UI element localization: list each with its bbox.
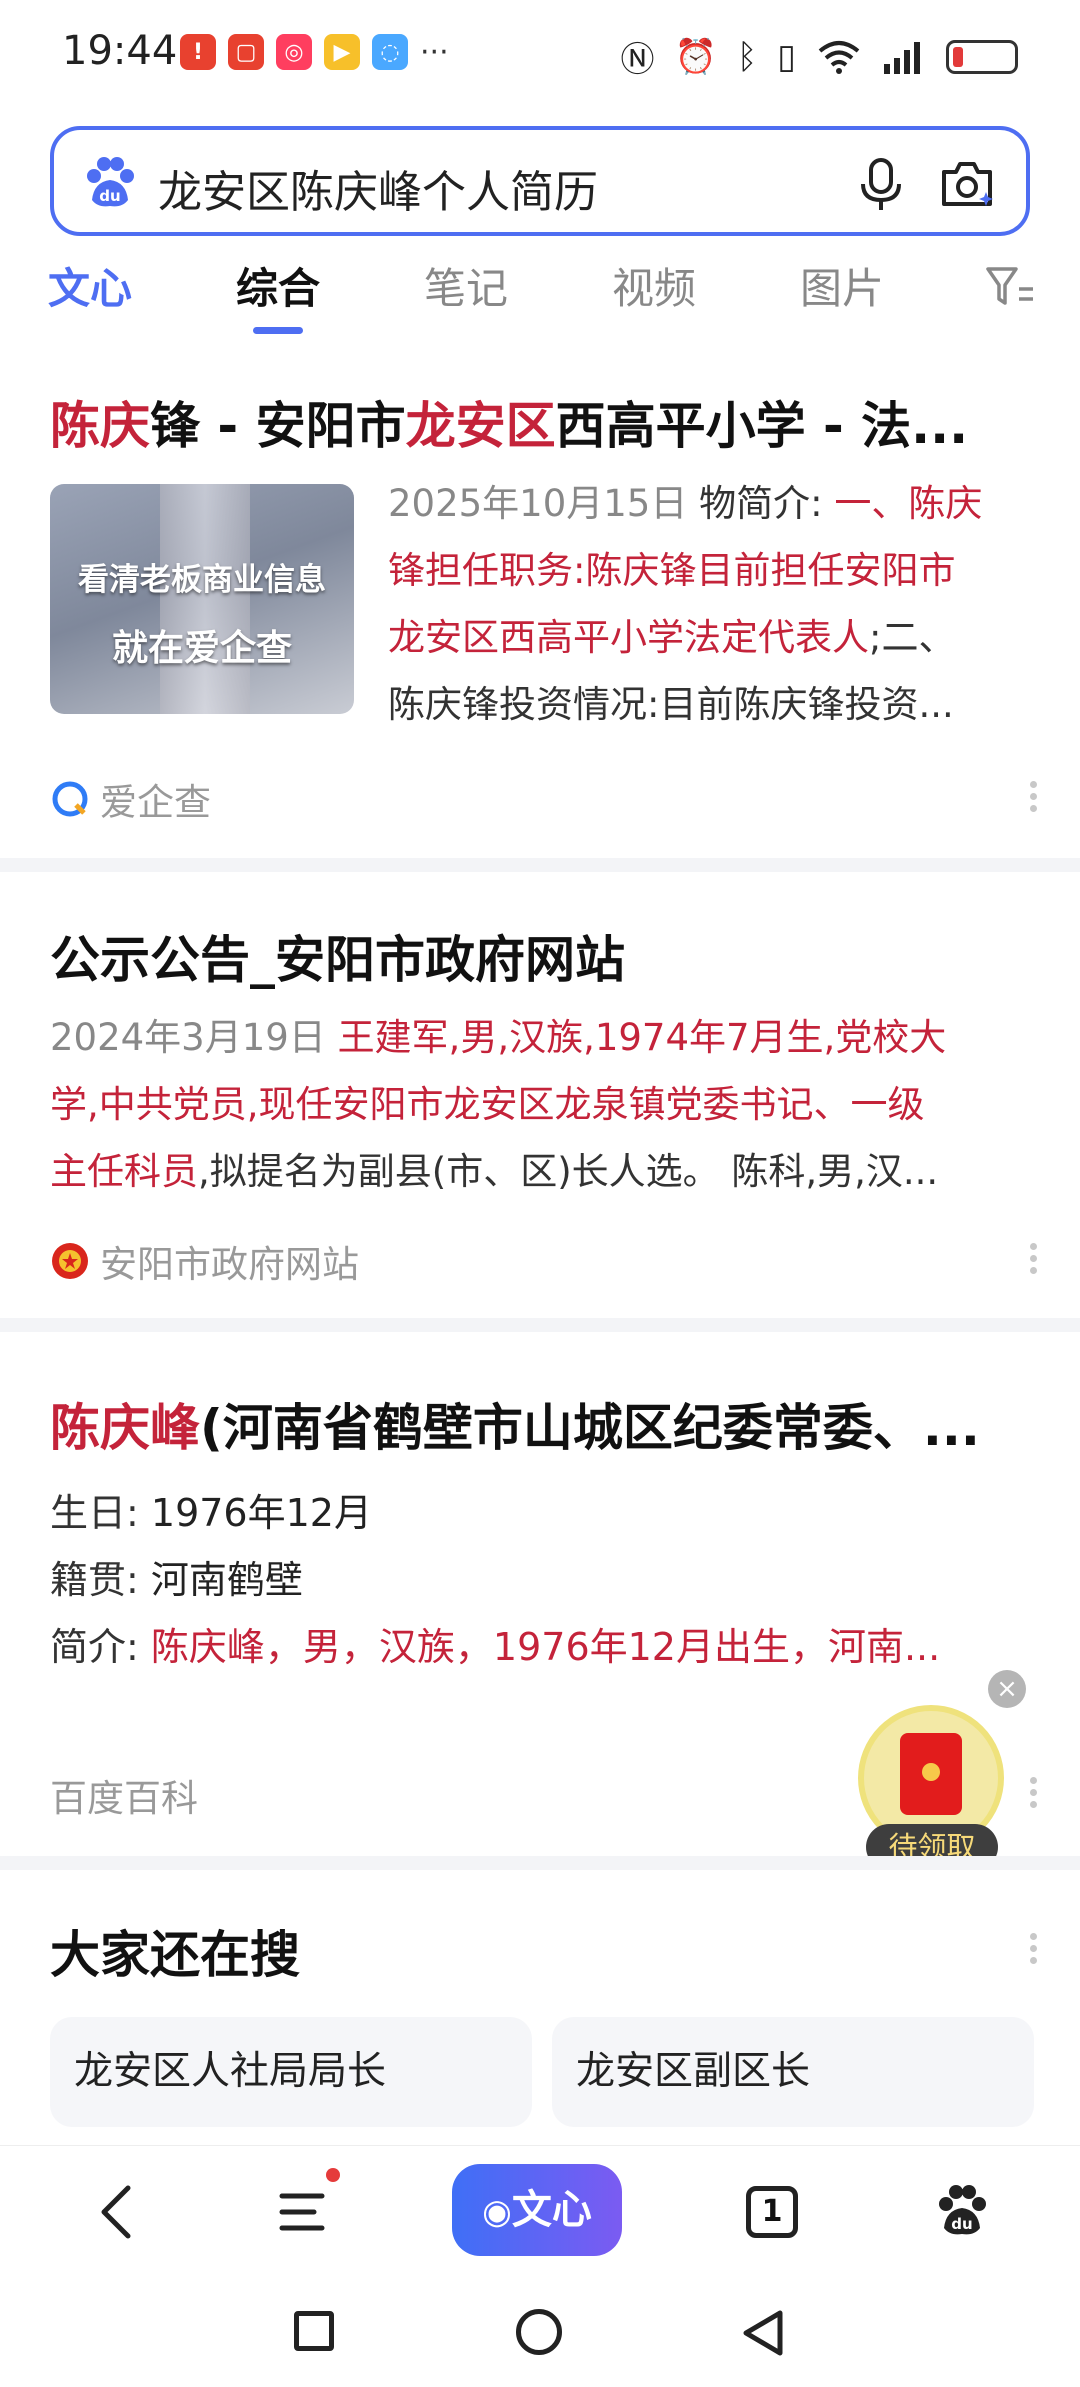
info-origin: 籍贯: 河南鹤壁 — [50, 1558, 303, 1602]
alarm-icon: ⏰ — [674, 36, 717, 77]
camera-icon[interactable] — [938, 156, 996, 212]
result-title[interactable]: 公示公告_安阳市政府网站 — [50, 920, 1035, 992]
nfc-icon: Ⓝ — [620, 40, 655, 80]
more-options-icon[interactable] — [1030, 1238, 1040, 1279]
result-snippet: 2025年10月15日 物简介: 一、陈庆 锋担任职务:陈庆锋目前担任安阳市 龙… — [388, 482, 983, 726]
divider — [0, 1318, 1080, 1332]
more-options-icon[interactable] — [1030, 776, 1040, 817]
more-options-icon[interactable] — [1030, 1772, 1040, 1813]
result-title[interactable]: 陈庆峰(河南省鹤壁市山城区纪委常委、... — [50, 1388, 1035, 1460]
system-back-icon[interactable] — [740, 2309, 786, 2357]
result-source[interactable]: 安阳市政府网站 — [50, 1234, 359, 1288]
bluetooth-icon: ᛒ — [736, 36, 758, 77]
active-tab-indicator — [253, 327, 303, 334]
baidu-paw-icon: du — [87, 157, 134, 207]
result-title[interactable]: 陈庆锋 - 安阳市龙安区西高平小学 - 法... — [50, 386, 1035, 458]
search-input[interactable]: 龙安区陈庆峰个人简历 — [158, 156, 598, 220]
wenxin-wave-icon: ◉ — [482, 2192, 512, 2232]
government-emblem-icon — [52, 1243, 88, 1279]
tab-wenxin[interactable]: 文心 — [48, 255, 132, 316]
baidu-paw-icon[interactable]: du — [934, 2182, 990, 2238]
notification-icons: ! ▢ ◎ ▶ ◌ ··· — [180, 34, 449, 70]
tab-images[interactable]: 图片 — [800, 255, 884, 316]
tab-comprehensive[interactable]: 综合 — [236, 255, 320, 316]
result-source[interactable]: 爱企查 — [50, 772, 211, 826]
result-source[interactable]: 百度百科 — [50, 1768, 198, 1822]
notification-app-icon: ◌ — [372, 34, 408, 70]
aiqicha-logo-icon — [52, 781, 88, 817]
recent-apps-icon[interactable] — [294, 2311, 334, 2351]
signal-icon — [884, 41, 920, 74]
notification-app-icon: ! — [180, 34, 216, 70]
vibrate-icon: ▯ — [777, 36, 796, 77]
svg-text:du: du — [99, 187, 120, 205]
wenxin-ai-button[interactable]: ◉文心 — [452, 2164, 622, 2256]
bottom-navigation: ◉文心 1 du — [0, 2145, 1080, 2275]
system-status-icons: Ⓝ ⏰ ᛒ ▯ — [621, 32, 1018, 81]
search-box[interactable]: du 龙安区陈庆峰个人简历 — [50, 126, 1030, 236]
back-arrow-icon[interactable] — [96, 2184, 136, 2240]
related-search-chip[interactable]: 龙安区副区长 — [552, 2017, 1034, 2127]
more-notifications-icon: ··· — [420, 34, 449, 70]
notification-app-icon: ▢ — [228, 34, 264, 70]
menu-icon[interactable] — [278, 2190, 330, 2234]
status-time: 19:44 — [62, 28, 178, 74]
divider — [0, 858, 1080, 872]
home-icon[interactable] — [516, 2309, 562, 2355]
result-thumbnail[interactable]: 看清老板商业信息 就在爱企查 — [50, 484, 354, 714]
related-search-chip[interactable]: 龙安区人社局局长 — [50, 2017, 532, 2127]
tabs-count-button[interactable]: 1 — [746, 2186, 798, 2238]
notification-app-icon: ▶ — [324, 34, 360, 70]
filter-icon[interactable] — [985, 265, 1035, 309]
info-intro: 简介: 陈庆峰，男，汉族，1976年12月出生，河南... — [50, 1625, 941, 1669]
wifi-icon — [818, 40, 860, 74]
more-options-icon[interactable] — [1030, 1928, 1040, 1969]
result-snippet: 2024年3月19日 王建军,男,汉族,1974年7月生,党校大 学,中共党员,… — [50, 1016, 947, 1193]
red-envelope-icon — [900, 1733, 962, 1815]
microphone-icon[interactable] — [856, 156, 906, 212]
tab-notes[interactable]: 笔记 — [424, 255, 508, 316]
info-birthday: 生日: 1976年12月 — [50, 1491, 372, 1535]
related-searches-title: 大家还在搜 — [50, 1926, 300, 1984]
svg-text:du: du — [951, 2215, 972, 2233]
notification-dot — [326, 2168, 340, 2182]
tab-video[interactable]: 视频 — [612, 255, 696, 316]
close-icon[interactable]: × — [988, 1670, 1026, 1708]
battery-icon — [946, 39, 1018, 74]
status-bar: 19:44 ! ▢ ◎ ▶ ◌ ··· Ⓝ ⏰ ᛒ ▯ — [0, 0, 1080, 110]
notification-app-icon: ◎ — [276, 34, 312, 70]
system-navigation-bar — [0, 2275, 1080, 2387]
search-tabs: 文心 综合 笔记 视频 图片 — [0, 255, 1080, 335]
divider — [0, 1856, 1080, 1870]
